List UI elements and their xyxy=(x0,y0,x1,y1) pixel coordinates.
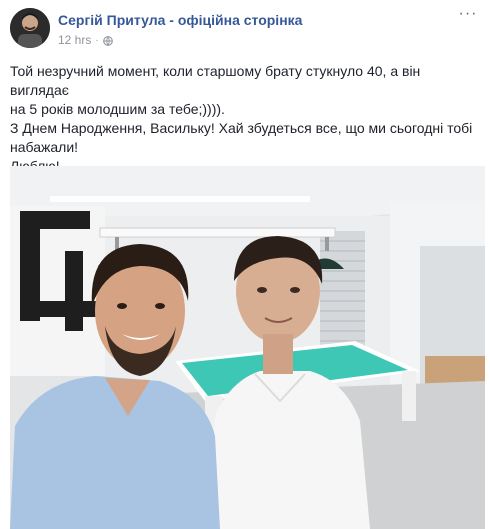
post-photo[interactable] xyxy=(10,166,485,529)
post-header: Сергій Притула - офіційна сторінка 12 hr… xyxy=(10,6,480,52)
globe-icon xyxy=(102,35,113,46)
page-name-link[interactable]: Сергій Притула - офіційна сторінка xyxy=(58,12,302,28)
post-text-line: набажали! xyxy=(10,139,79,155)
facebook-post: Сергій Притула - офіційна сторінка 12 hr… xyxy=(0,0,490,529)
more-options-icon[interactable]: ··· xyxy=(456,6,480,26)
profile-avatar[interactable] xyxy=(10,8,50,48)
post-text-line: З Днем Народження, Васильку! Хай збудеть… xyxy=(10,120,473,136)
post-text-line: на 5 років молодшим за тебе;)))). xyxy=(10,101,225,117)
photo-image xyxy=(10,166,485,529)
post-meta: 12 hrs · xyxy=(58,33,113,47)
meta-separator: · xyxy=(95,34,99,46)
post-text-line: Той незручний момент, коли старшому брат… xyxy=(10,63,421,98)
post-timestamp[interactable]: 12 hrs xyxy=(58,33,91,47)
post-text: Той незручний момент, коли старшому брат… xyxy=(10,62,482,176)
